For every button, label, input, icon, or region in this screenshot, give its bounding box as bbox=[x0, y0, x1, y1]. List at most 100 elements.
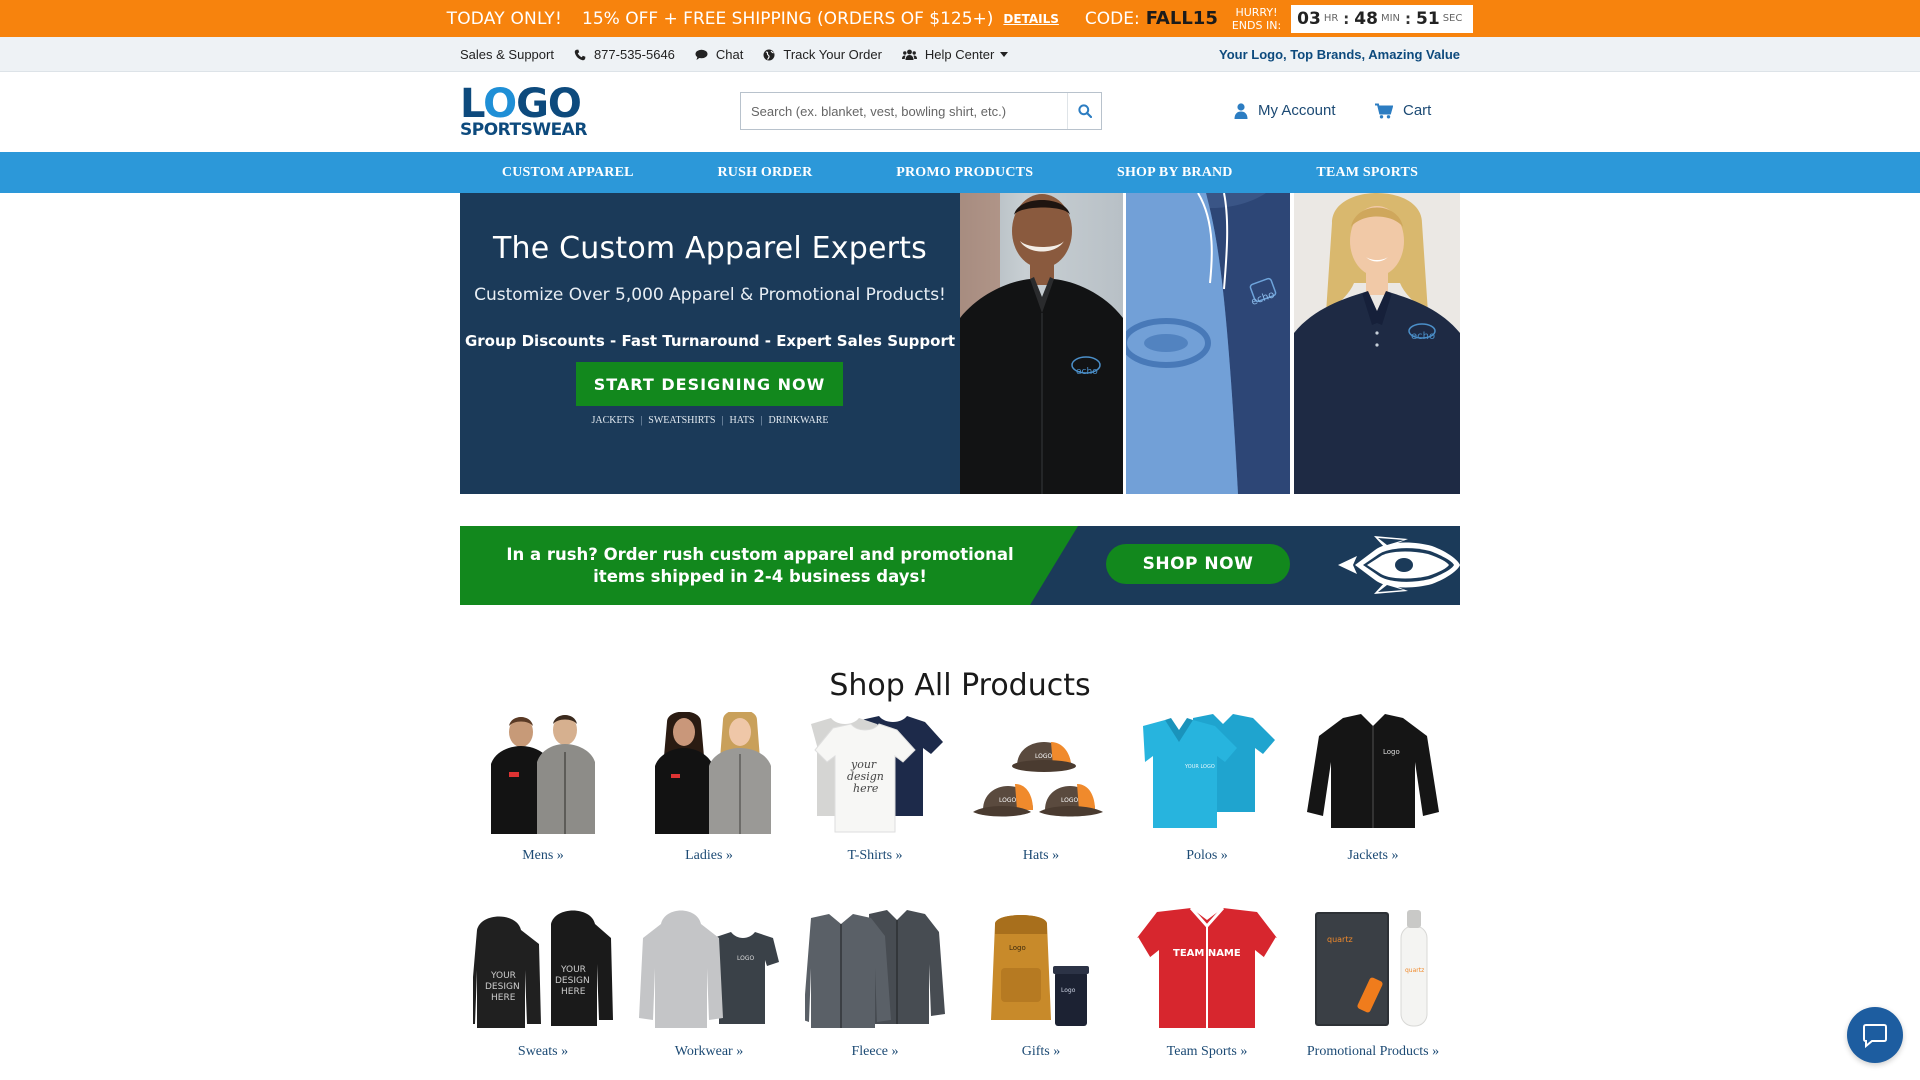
hero-banner: The Custom Apparel Experts Customize Ove… bbox=[460, 193, 1460, 494]
hero-title: The Custom Apparel Experts bbox=[493, 231, 927, 266]
category-ladies[interactable]: Ladies » bbox=[626, 709, 792, 864]
help-center-text: Help Center bbox=[924, 47, 995, 62]
jackets-image: Logo bbox=[1303, 712, 1443, 834]
site-header: LOGO SPORTSWEAR My Account Cart bbox=[0, 72, 1920, 152]
category-promotional-products[interactable]: quartz quartz Promotional Products » bbox=[1290, 908, 1456, 1060]
hats-image: LOGO LOGO LOGO bbox=[971, 712, 1111, 834]
design-placeholder-text: YOUR bbox=[560, 965, 586, 975]
category-fleece[interactable]: Fleece » bbox=[792, 908, 958, 1060]
category-workwear[interactable]: LOGO Workwear » bbox=[626, 908, 792, 1060]
cart-text: Cart bbox=[1403, 102, 1432, 119]
main-nav: CUSTOM APPAREL RUSH ORDER PROMO PRODUCTS… bbox=[0, 152, 1920, 193]
nav-team-sports[interactable]: TEAM SPORTS bbox=[1316, 165, 1418, 181]
tagline: Your Logo, Top Brands, Amazing Value bbox=[1219, 47, 1460, 62]
promo-details-link[interactable]: DETAILS bbox=[1003, 12, 1058, 26]
hero-panel: The Custom Apparel Experts Customize Ove… bbox=[460, 193, 960, 494]
design-placeholder-text: DESIGN bbox=[485, 982, 520, 992]
nav-shop-by-brand[interactable]: SHOP BY BRAND bbox=[1117, 165, 1233, 181]
shirt-brand-text: echo bbox=[1076, 367, 1098, 377]
polos-image: YOUR LOGO bbox=[1137, 712, 1277, 834]
ladies-image bbox=[639, 709, 779, 834]
link-separator: | bbox=[760, 415, 763, 426]
search-button[interactable] bbox=[1067, 93, 1101, 129]
category-hats[interactable]: LOGO LOGO LOGO Hats » bbox=[958, 712, 1124, 864]
timer-seconds: 51 bbox=[1416, 8, 1440, 29]
hero-link-jackets[interactable]: JACKETS bbox=[591, 415, 634, 426]
category-gifts[interactable]: Logo Logo Gifts » bbox=[958, 908, 1124, 1060]
logo-subtext: SPORTSWEAR bbox=[460, 120, 587, 140]
search-input[interactable] bbox=[741, 93, 1067, 129]
cart-link[interactable]: Cart bbox=[1375, 102, 1431, 119]
promo-brand-text: quartz bbox=[1405, 967, 1424, 974]
sweats-image: YOUR DESIGN HERE YOUR DESIGN HERE bbox=[469, 908, 613, 1030]
track-order-text: Track Your Order bbox=[783, 47, 882, 62]
shop-all-title: Shop All Products bbox=[829, 668, 1091, 703]
promo-offer: 15% OFF + FREE SHIPPING (ORDERS OF $125+… bbox=[582, 8, 994, 29]
search-icon bbox=[1077, 104, 1092, 118]
category-label: Jackets » bbox=[1347, 848, 1399, 863]
t-shirts-image: your design here bbox=[805, 712, 945, 834]
category-mens[interactable]: Mens » bbox=[460, 712, 626, 864]
category-label: Fleece » bbox=[851, 1044, 899, 1059]
chat-link[interactable]: Chat bbox=[695, 47, 743, 62]
gifts-image: Logo Logo bbox=[971, 908, 1111, 1030]
promo-hurry: HURRY! ENDS IN: bbox=[1232, 6, 1281, 32]
countdown-timer: 03 HR : 48 MIN : 51 SEC bbox=[1291, 4, 1474, 33]
category-sweats[interactable]: YOUR DESIGN HERE YOUR DESIGN HERE Sweats… bbox=[460, 908, 626, 1060]
jacket-logo-text: Logo bbox=[1383, 748, 1400, 756]
category-t-shirts[interactable]: your design here T-Shirts » bbox=[792, 712, 958, 864]
category-label: Promotional Products » bbox=[1306, 1044, 1440, 1059]
category-label: Ladies » bbox=[685, 848, 733, 863]
hero-link-hats[interactable]: HATS bbox=[729, 415, 754, 426]
promotional-products-image: quartz quartz bbox=[1303, 908, 1443, 1030]
category-label: Hats » bbox=[1022, 848, 1060, 863]
design-placeholder-text: DESIGN bbox=[555, 976, 590, 986]
category-polos[interactable]: YOUR LOGO Polos » bbox=[1124, 712, 1290, 864]
workwear-logo-text: LOGO bbox=[737, 955, 755, 962]
nav-promo-products[interactable]: PROMO PRODUCTS bbox=[896, 165, 1033, 181]
promo-brand-text: quartz bbox=[1327, 935, 1353, 944]
sales-support-text: Sales & Support bbox=[460, 47, 554, 62]
phone-link[interactable]: 877-535-5646 bbox=[574, 47, 675, 62]
hero-subtitle: Customize Over 5,000 Apparel & Promotion… bbox=[474, 285, 946, 305]
promo-code: FALL15 bbox=[1145, 8, 1218, 29]
timer-minutes: 48 bbox=[1354, 8, 1378, 29]
globe-icon bbox=[763, 49, 775, 60]
category-label: Sweats » bbox=[517, 1044, 569, 1059]
fleece-image bbox=[803, 908, 945, 1030]
users-icon bbox=[901, 49, 917, 60]
timer-seconds-unit: SEC bbox=[1442, 13, 1463, 24]
category-label: T-Shirts » bbox=[847, 848, 903, 863]
hero-image-woman-polo: echo bbox=[1294, 193, 1460, 494]
chat-bubble-icon bbox=[1863, 1024, 1887, 1048]
shop-now-button[interactable]: SHOP NOW bbox=[1106, 544, 1290, 584]
mens-image bbox=[473, 712, 613, 834]
track-order-link[interactable]: Track Your Order bbox=[763, 47, 882, 62]
hat-logo-text: LOGO bbox=[999, 797, 1017, 804]
site-logo[interactable]: LOGO SPORTSWEAR bbox=[460, 84, 587, 142]
design-placeholder-text: HERE bbox=[491, 993, 516, 1003]
category-team-sports[interactable]: TEAM NAME Team Sports » bbox=[1124, 907, 1290, 1060]
promo-today: TODAY ONLY! bbox=[446, 8, 562, 29]
team-sports-image: TEAM NAME bbox=[1135, 907, 1279, 1030]
my-account-link[interactable]: My Account bbox=[1234, 102, 1336, 119]
rush-text: In a rush? Order rush custom apparel and… bbox=[506, 544, 1014, 586]
gift-logo-text: Logo bbox=[1009, 944, 1026, 952]
nav-rush-order[interactable]: RUSH ORDER bbox=[717, 165, 812, 181]
hero-category-links: JACKETS | SWEATSHIRTS | HATS | DRINKWARE bbox=[460, 415, 960, 426]
nav-custom-apparel[interactable]: CUSTOM APPAREL bbox=[502, 165, 634, 181]
chat-icon bbox=[695, 49, 708, 60]
hero-link-drinkware[interactable]: DRINKWARE bbox=[769, 415, 829, 426]
hero-link-sweatshirts[interactable]: SWEATSHIRTS bbox=[648, 415, 715, 426]
help-center-dropdown[interactable]: Help Center bbox=[901, 47, 1009, 62]
hero-image-man-jacket: echo bbox=[960, 193, 1123, 494]
timer-minutes-unit: MIN bbox=[1380, 13, 1401, 24]
caret-down-icon bbox=[1000, 52, 1009, 57]
timer-sep: : bbox=[1405, 9, 1412, 28]
chat-widget-button[interactable] bbox=[1847, 1007, 1903, 1063]
start-designing-button[interactable]: START DESIGNING NOW bbox=[576, 362, 843, 406]
phone-icon bbox=[574, 49, 586, 60]
design-placeholder-text: here bbox=[853, 782, 879, 795]
category-jackets[interactable]: Logo Jackets » bbox=[1290, 712, 1456, 864]
rush-order-banner[interactable]: In a rush? Order rush custom apparel and… bbox=[460, 526, 1460, 605]
